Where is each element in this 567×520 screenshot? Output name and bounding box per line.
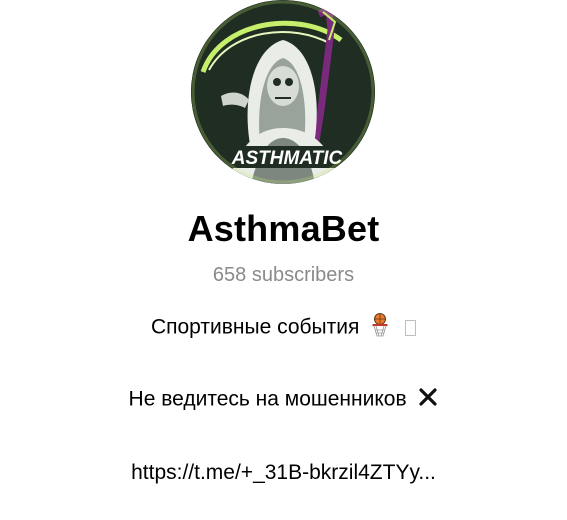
missing-glyph-icon <box>405 320 417 336</box>
invite-link[interactable]: https://t.me/+_31B-bkrzil4ZTYy... <box>0 461 567 485</box>
channel-avatar[interactable]: ASTHMATIC <box>191 0 375 184</box>
basketball-hoop-icon <box>371 313 389 343</box>
grim-reaper-logo: ASTHMATIC <box>191 0 375 184</box>
description-text-1: Спортивные события <box>150 315 360 339</box>
subscriber-count: 658 subscribers <box>212 264 355 286</box>
channel-name: AsthmaBet <box>187 208 380 249</box>
avatar-logo-text: ASTHMATIC <box>231 148 343 169</box>
description-line-1: Спортивные события <box>0 313 567 343</box>
cross-mark-icon <box>418 387 438 413</box>
description-text-2: Не ведитесь на мошенников <box>128 387 407 411</box>
description-line-2: Не ведитесь на мошенников <box>0 387 567 413</box>
